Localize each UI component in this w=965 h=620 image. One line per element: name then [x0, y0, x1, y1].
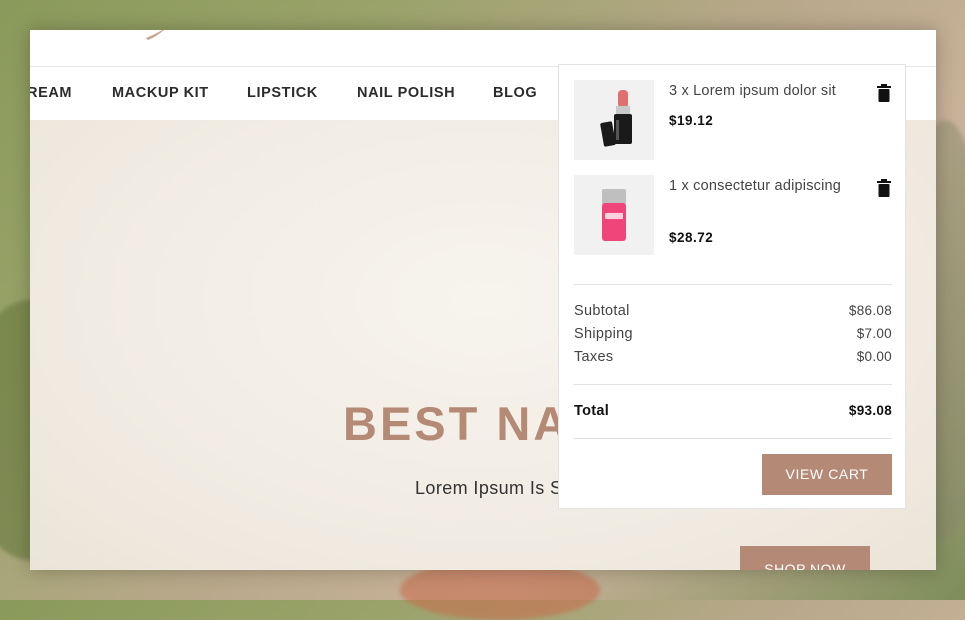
cosmetic-jar-icon [602, 189, 626, 241]
nav-item-nail-polish[interactable]: NAIL POLISH [357, 85, 455, 101]
cart-item: 3 x Lorem ipsum dolor sit $19.12 [574, 80, 892, 160]
cart-dropdown: 3 x Lorem ipsum dolor sit $19.12 1 x con… [558, 64, 906, 509]
shipping-label: Shipping [574, 326, 633, 342]
logo-icon [146, 30, 164, 40]
taxes-value: $0.00 [856, 349, 892, 364]
nav-item-cream[interactable]: REAM [30, 85, 72, 101]
cart-item: 1 x consectetur adipiscing $28.72 [574, 175, 892, 255]
subtotal-label: Subtotal [574, 303, 630, 319]
subtotal-row: Subtotal $86.08 [574, 303, 892, 319]
lipstick-icon [600, 90, 632, 147]
taxes-label: Taxes [574, 349, 614, 365]
view-cart-button[interactable]: VIEW CART [762, 454, 892, 495]
cart-item-price: $28.72 [669, 230, 714, 245]
lipstick-image[interactable] [574, 80, 654, 160]
nav-item-blog[interactable]: BLOG [493, 85, 537, 101]
total-value: $93.08 [848, 403, 892, 418]
nav-item-lipstick[interactable]: LIPSTICK [247, 85, 318, 101]
taxes-row: Taxes $0.00 [574, 349, 892, 365]
hero-subtitle: Lorem Ipsum Is S [415, 478, 563, 498]
cart-item-name[interactable]: 3 x Lorem ipsum dolor sit [669, 80, 854, 103]
shipping-row: Shipping $7.00 [574, 326, 892, 342]
shipping-value: $7.00 [856, 326, 892, 341]
trash-icon[interactable] [876, 84, 892, 102]
divider [574, 438, 892, 439]
trash-icon[interactable] [876, 179, 892, 197]
subtotal-value: $86.08 [848, 303, 892, 318]
total-row: Total $93.08 [574, 403, 892, 419]
divider [574, 284, 892, 285]
cart-item-price: $19.12 [669, 113, 714, 128]
divider [574, 384, 892, 385]
nav-item-makeup-kit[interactable]: MACKUP KIT [112, 85, 209, 101]
total-label: Total [574, 403, 610, 419]
shop-now-button[interactable]: SHOP NOW [740, 546, 870, 570]
cart-item-name[interactable]: 1 x consectetur adipiscing [669, 175, 854, 198]
cosmetic-jar-image[interactable] [574, 175, 654, 255]
